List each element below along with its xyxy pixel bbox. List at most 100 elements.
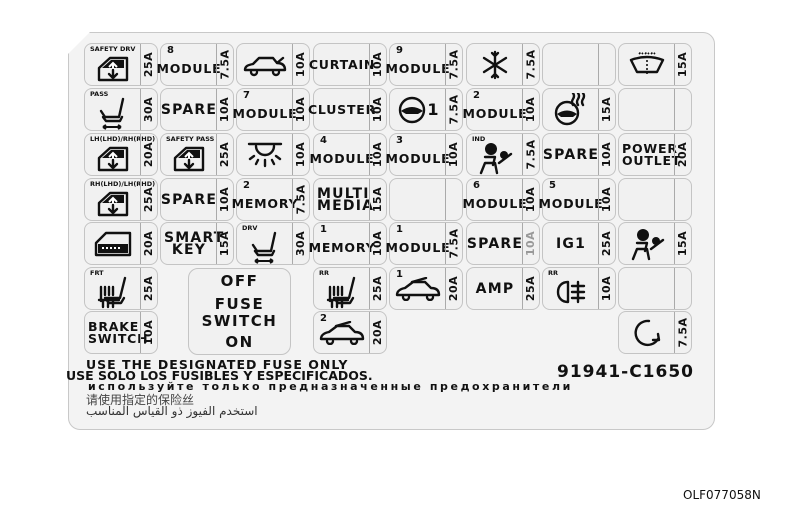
fuse-slot-module[interactable]: MODULE 8 7.5A	[157, 43, 234, 86]
fuse-slot-seat[interactable]: PASS 30A	[84, 88, 158, 131]
fuse-slot-empty[interactable]	[618, 88, 692, 131]
fuse-slot-power-window[interactable]: LH(LHD)/RH(RHD) 20A	[84, 133, 158, 176]
amp-rating: 25A	[142, 51, 156, 78]
fuse-label-area: SPARE	[161, 89, 217, 130]
amp-rating: 10A	[524, 96, 538, 123]
amp-rating: 10A	[600, 275, 614, 302]
fuse-slot-spare[interactable]: SPARE 10A	[466, 222, 540, 265]
fuse-slot-empty[interactable]	[618, 178, 692, 221]
amp-rating: 7.5A	[524, 49, 538, 80]
fuse-amperage: 20A	[369, 312, 386, 353]
fuse-slot-multi-media[interactable]: MULTI MEDIA 15A	[313, 178, 387, 221]
fuse-amperage: 10A	[522, 179, 539, 220]
fuse-number: 6	[473, 180, 480, 191]
fuse-label: MODULE	[462, 195, 528, 211]
fuse-slot-power-window[interactable]: SAFETY PASS 25A	[160, 133, 234, 176]
fuse-label: MODULE	[538, 195, 604, 211]
fuse-slot-seat[interactable]: DRV 30A	[236, 222, 310, 265]
fuse-slot-module[interactable]: MODULE 4 10A	[309, 133, 387, 176]
fuse-slot-module[interactable]: MODULE 1 7.5A	[386, 222, 463, 265]
fuse-slot-memory[interactable]: MEMORY 2 7.5A	[232, 178, 310, 221]
amp-rating: 25A	[142, 275, 156, 302]
fuse-label: SMART KEY	[164, 229, 225, 258]
fuse-label-area: MULTI MEDIA	[314, 179, 375, 220]
fuse-label: MODULE	[385, 150, 451, 166]
amp-rating: 25A	[142, 186, 156, 213]
fuse-amperage: 20A	[674, 134, 691, 175]
fuse-slot-room-lamp[interactable]: 10A	[236, 133, 310, 176]
fuse-slot-airbag[interactable]: 15A	[618, 222, 692, 265]
fuse-switch[interactable]: OFF FUSE SWITCH ON	[188, 268, 291, 355]
fuse-slot-steering-wheel[interactable]: 1 7.5A	[389, 88, 463, 131]
fuse-slot-circular-arrow[interactable]: 7.5A	[618, 311, 692, 354]
fuse-amperage: 25A	[216, 134, 233, 175]
fuse-slot-spare[interactable]: SPARE 10A	[160, 88, 234, 131]
fuse-slot-power-window[interactable]: RH(LHD)/LH(RHD) 25A	[84, 178, 158, 221]
fuse-slot-brake-switch[interactable]: BRAKE SWITCH 10A	[84, 311, 158, 354]
fuse-amperage: 20A	[140, 223, 157, 264]
fuse-slot-door-lock[interactable]: 20A	[84, 222, 158, 265]
fuse-label: MODULE	[309, 150, 375, 166]
fuse-slot-module[interactable]: MODULE 5 10A	[538, 178, 616, 221]
fuse-slot-empty[interactable]	[542, 43, 616, 86]
fuse-label-area	[543, 44, 599, 85]
amp-rating: 25A	[218, 141, 232, 168]
fuse-slot-sunroof[interactable]: 1 20A	[389, 267, 463, 310]
fuse-slot-ig1[interactable]: IG1 25A	[542, 222, 616, 265]
fuse-label-area	[619, 268, 675, 309]
fuse-label: IG1	[555, 235, 587, 252]
trunk-icon	[242, 53, 288, 77]
amp-rating: 30A	[142, 96, 156, 123]
fuse-label-area: AMP	[467, 268, 523, 309]
fuse-label: SPARE	[160, 101, 218, 118]
fuse-slot-spare[interactable]: SPARE 10A	[160, 178, 234, 221]
fuse-label-area: SPARE	[467, 223, 523, 264]
amp-rating: 10A	[142, 319, 156, 346]
fuse-slot-sunroof[interactable]: 2 20A	[313, 311, 387, 354]
switch-switch-label: SWITCH	[201, 311, 278, 330]
fuse-slot-empty[interactable]	[389, 178, 463, 221]
fuse-slot-module[interactable]: MODULE 7 10A	[233, 88, 310, 131]
fuse-slot-power-window[interactable]: SAFETY DRV 25A	[84, 43, 158, 86]
fuse-slot-power-outlet[interactable]: POWER OUTLET 20A	[618, 133, 692, 176]
fuse-number: 1	[396, 269, 403, 280]
switch-on-label: ON	[225, 332, 254, 351]
amp-rating: 15A	[676, 230, 690, 257]
fuse-slot-smart-key[interactable]: SMART KEY 15A	[160, 222, 234, 265]
amp-rating: 10A	[294, 96, 308, 123]
fuse-amperage	[445, 179, 462, 220]
fuse-slot-heated-seat[interactable]: FRT 25A	[84, 267, 158, 310]
amp-rating: 15A	[218, 230, 232, 257]
fuse-slot-cluster[interactable]: CLUSTER 10A	[308, 88, 387, 131]
fuse-slot-trunk[interactable]: 10A	[236, 43, 310, 86]
fuse-slot-curtain[interactable]: CURTAIN 10A	[309, 43, 387, 86]
fuse-slot-module[interactable]: MODULE 6 10A	[462, 178, 540, 221]
fuse-label: CLUSTER	[307, 101, 377, 117]
fuse-slot-amp[interactable]: AMP 25A	[466, 267, 540, 310]
fuse-label-area: 1	[390, 89, 446, 130]
fuse-slot-snowflake[interactable]: 7.5A	[466, 43, 540, 86]
amp-rating: 10A	[294, 141, 308, 168]
fuse-label-area: SPARE	[543, 134, 599, 175]
fuse-label: MODULE	[462, 105, 528, 121]
amp-rating: 10A	[600, 186, 614, 213]
fuse-number: 4	[320, 135, 327, 146]
fuse-amperage: 10A	[522, 89, 539, 130]
fuse-slot-heated-seat[interactable]: RR 25A	[313, 267, 387, 310]
fuse-label-area: CLUSTER	[308, 89, 375, 130]
fuse-amperage: 10A	[216, 179, 233, 220]
fuse-slot-fog-lamp[interactable]: RR 10A	[542, 267, 616, 310]
fuse-slot-washer[interactable]: 15A	[618, 43, 692, 86]
fuse-slot-airbag[interactable]: IND 7.5A	[466, 133, 540, 176]
fuse-slot-module[interactable]: MODULE 3 10A	[385, 133, 463, 176]
fuse-slot-spare[interactable]: SPARE 10A	[542, 133, 616, 176]
fuse-slot-heated-steering-wheel[interactable]: 15A	[542, 88, 616, 131]
fuse-label: MULTI MEDIA	[317, 185, 375, 214]
fuse-amperage: 10A	[292, 134, 309, 175]
fuse-slot-empty[interactable]	[618, 267, 692, 310]
fuse-slot-module[interactable]: MODULE 9 7.5A	[386, 43, 463, 86]
fuse-slot-module[interactable]: MODULE 2 10A	[462, 88, 540, 131]
fuse-label-area	[619, 223, 675, 264]
sunroof-icon	[394, 276, 442, 301]
fuse-slot-memory[interactable]: MEMORY 1 10A	[309, 222, 387, 265]
